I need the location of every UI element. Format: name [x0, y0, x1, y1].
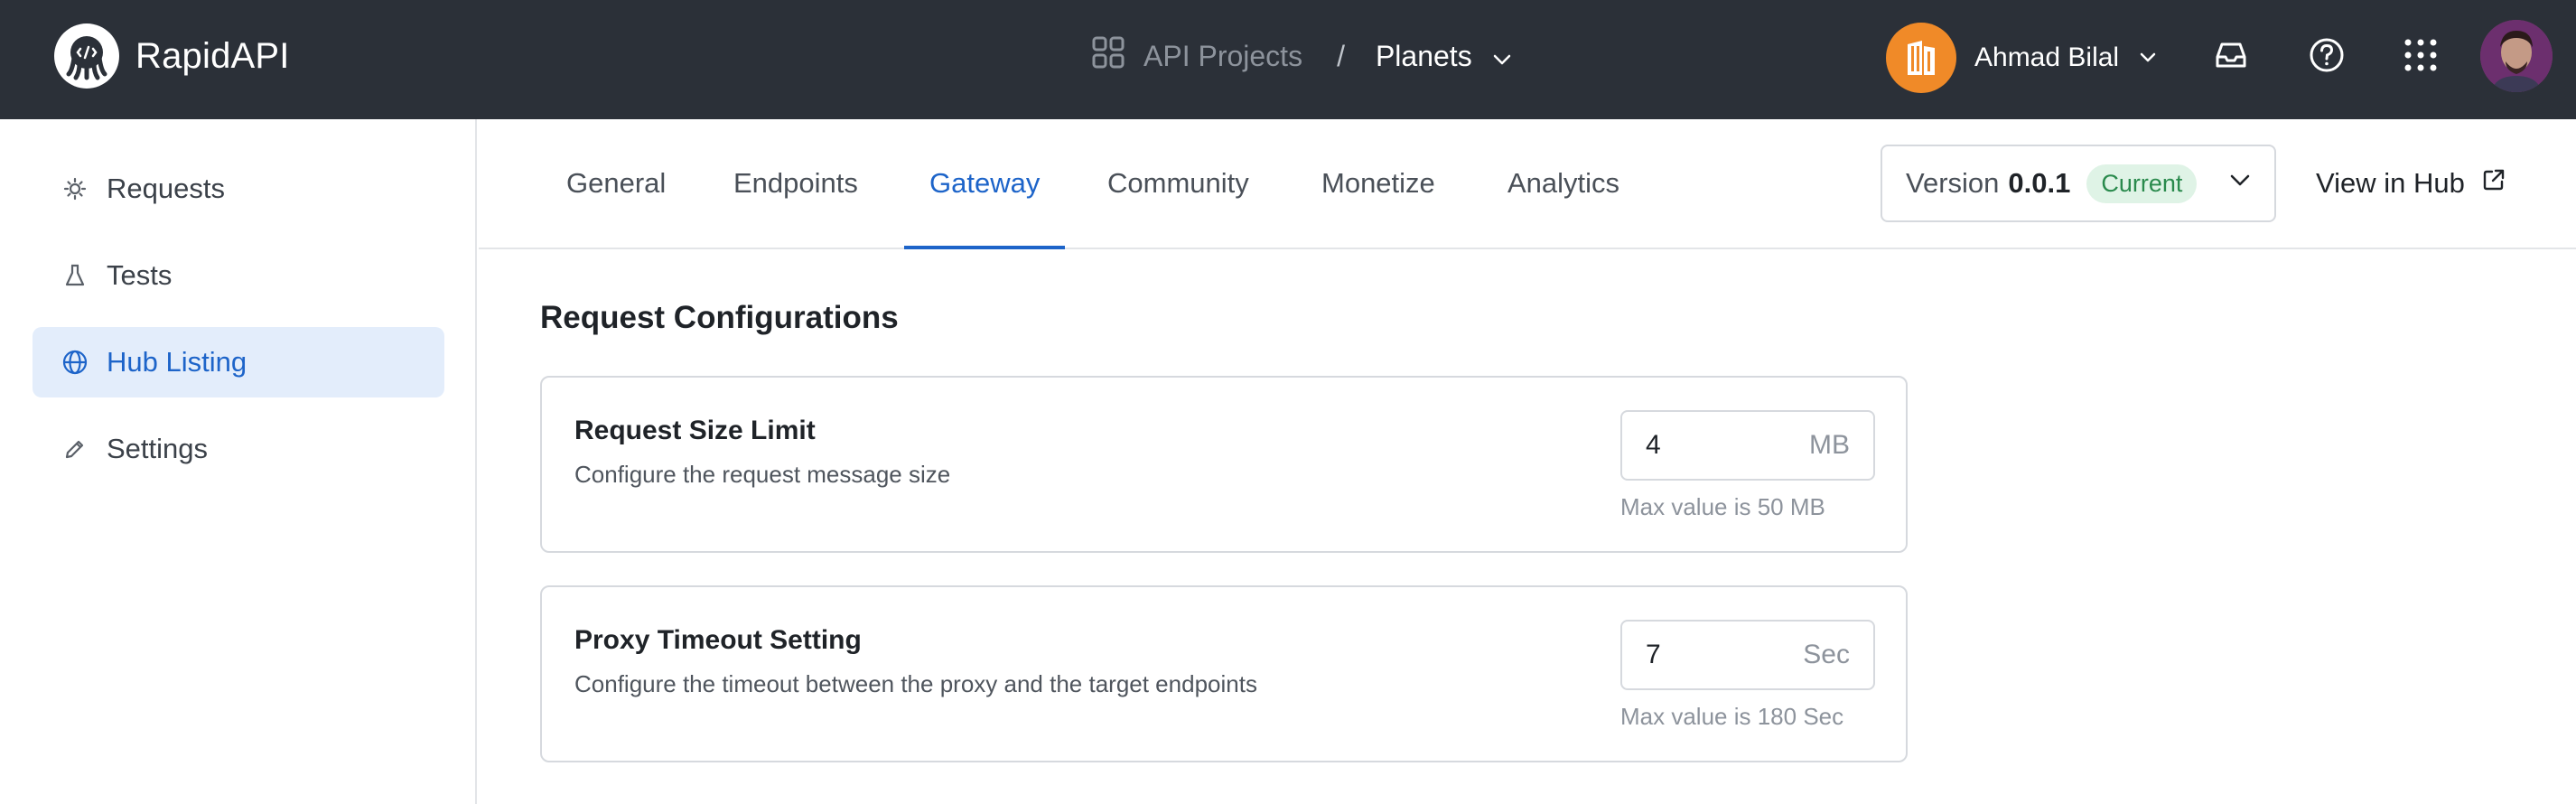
requests-icon: [61, 175, 89, 202]
tab-community[interactable]: Community: [1107, 119, 1249, 248]
org-avatar: [1886, 23, 1956, 93]
tab-general[interactable]: General: [566, 119, 666, 248]
project-selector[interactable]: Planets: [1376, 40, 1512, 73]
inbox-icon[interactable]: [2206, 30, 2256, 80]
sidebar-item-label: Tests: [107, 259, 173, 291]
proxy-timeout-input[interactable]: 7 Sec: [1620, 620, 1875, 690]
rapidapi-logo-icon: [54, 23, 119, 89]
view-in-hub-label: View in Hub: [2316, 167, 2465, 199]
breadcrumb-api-projects[interactable]: API Projects: [1091, 35, 1302, 77]
brand-name: RapidAPI: [135, 35, 290, 76]
tab-monetize[interactable]: Monetize: [1321, 119, 1435, 248]
org-user-menu[interactable]: Ahmad Bilal: [1886, 22, 2157, 94]
breadcrumb-separator: /: [1337, 39, 1345, 72]
breadcrumb-projects-label: API Projects: [1143, 39, 1303, 72]
chevron-down-icon: [1492, 40, 1512, 73]
user-name: Ahmad Bilal: [1974, 42, 2120, 72]
request-size-limit-card: Request Size Limit Configure the request…: [540, 376, 1908, 553]
flask-icon: [61, 262, 89, 289]
sidebar: Requests Tests Hub Listing Settings: [0, 119, 477, 804]
project-name: Planets: [1375, 39, 1472, 72]
sidebar-item-tests[interactable]: Tests: [33, 240, 444, 311]
input-unit: MB: [1809, 430, 1850, 460]
tab-gateway[interactable]: Gateway: [903, 119, 1066, 249]
version-selector[interactable]: Version 0.0.1 Current: [1881, 145, 2276, 222]
globe-icon: [61, 349, 89, 376]
tab-bar: General Endpoints Gateway Community Mone…: [479, 119, 2576, 249]
chevron-down-icon: [2139, 52, 2157, 63]
view-in-hub-link[interactable]: View in Hub: [2316, 145, 2506, 222]
version-label: Version: [1906, 167, 2000, 199]
input-value: 4: [1646, 430, 1661, 460]
sidebar-item-label: Settings: [107, 433, 209, 464]
top-bar: RapidAPI API Projects / Planets Ahmad Bi…: [0, 0, 2576, 119]
sidebar-item-label: Requests: [107, 173, 225, 204]
request-size-input[interactable]: 4 MB: [1620, 410, 1875, 481]
version-number: 0.0.1: [2008, 167, 2071, 199]
tab-endpoints[interactable]: Endpoints: [733, 119, 858, 248]
building-icon: [1908, 41, 1935, 75]
input-value: 7: [1646, 640, 1661, 669]
section-title: Request Configurations: [540, 300, 899, 335]
card-title: Request Size Limit: [574, 416, 816, 445]
card-description: Configure the request message size: [574, 461, 951, 488]
sidebar-item-settings[interactable]: Settings: [33, 414, 444, 484]
sidebar-item-hub-listing[interactable]: Hub Listing: [33, 327, 444, 397]
proxy-timeout-card: Proxy Timeout Setting Configure the time…: [540, 585, 1908, 762]
grid-icon: [1091, 35, 1125, 77]
card-title: Proxy Timeout Setting: [574, 625, 862, 655]
sidebar-item-requests[interactable]: Requests: [33, 154, 444, 224]
card-description: Configure the timeout between the proxy …: [574, 670, 1257, 697]
external-link-icon: [2481, 167, 2506, 200]
input-hint: Max value is 50 MB: [1620, 493, 1825, 520]
help-icon[interactable]: [2301, 30, 2352, 80]
apps-grid-icon[interactable]: [2395, 30, 2446, 80]
current-badge: Current: [2086, 164, 2198, 203]
input-hint: Max value is 180 Sec: [1620, 703, 1844, 730]
tab-analytics[interactable]: Analytics: [1507, 119, 1619, 248]
breadcrumb: API Projects / Planets: [1091, 33, 1512, 79]
chevron-down-icon: [2229, 173, 2251, 192]
pencil-icon: [61, 435, 89, 463]
sidebar-item-label: Hub Listing: [107, 346, 247, 378]
input-unit: Sec: [1803, 640, 1850, 669]
profile-avatar[interactable]: [2480, 20, 2553, 92]
brand[interactable]: RapidAPI: [54, 23, 290, 89]
